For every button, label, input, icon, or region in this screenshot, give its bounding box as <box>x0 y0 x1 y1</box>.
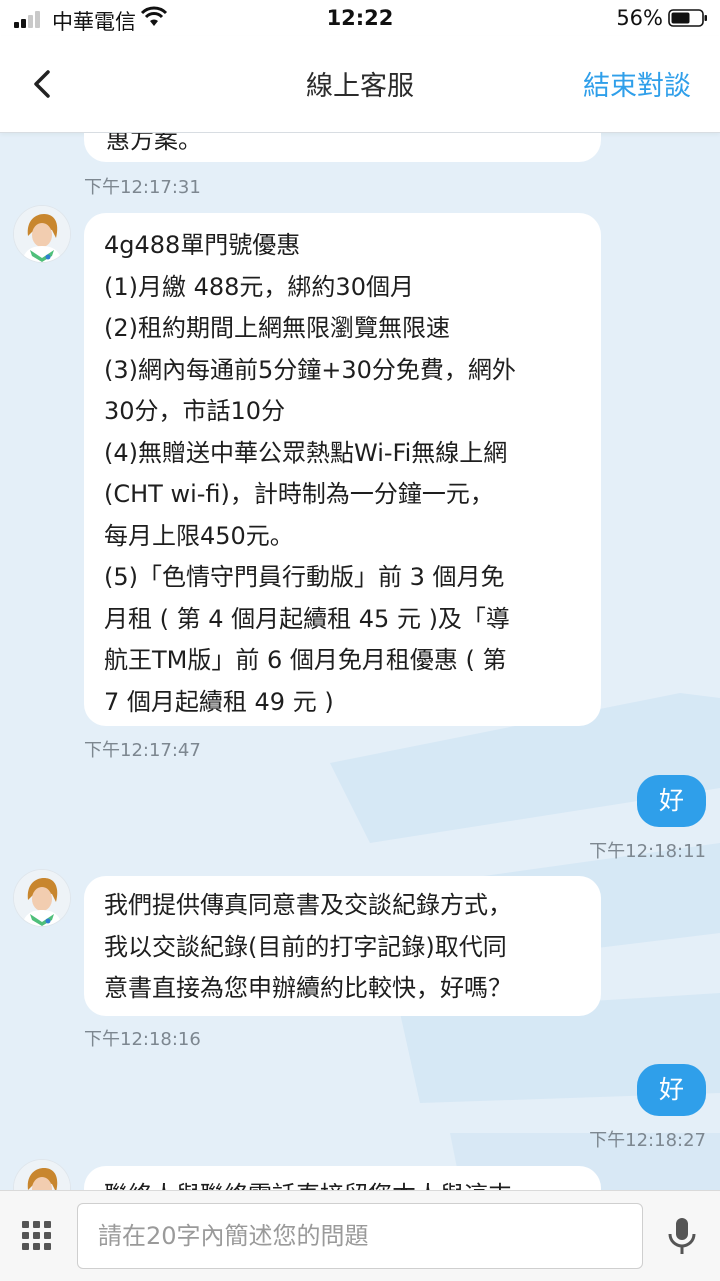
chat-area[interactable]: 惠方案。 下午12:17:31 4g488單門號優惠 (1)月繳 488元，綁約… <box>0 133 720 1190</box>
message-line: 每月上限450元。 <box>104 521 294 550</box>
message-line: (5)「色情守門員行動版」前 3 個月免 <box>104 563 505 591</box>
status-time: 12:22 <box>326 6 394 30</box>
message-line: 4g488單門號優惠 <box>104 231 301 259</box>
message-timestamp: 下午12:18:11 <box>589 841 706 862</box>
question-input[interactable] <box>77 1203 643 1269</box>
agent-message-bubble: 我們提供傳真同意書及交談紀錄方式， 我以交談紀錄(目前的打字記錄)取代同 意書直… <box>84 876 601 1016</box>
agent-avatar <box>14 1160 70 1190</box>
user-message-bubble: 好 <box>637 775 706 827</box>
message-timestamp: 下午12:17:47 <box>84 740 201 761</box>
message-line: 聯絡人與聯絡電話直接留您本人與這支 <box>104 1175 583 1190</box>
message-line: (3)網內每通前5分鐘+30分免費，網外 <box>104 355 516 384</box>
message-line: 月租 ( 第 4 個月起續租 45 元 )及「導 <box>104 604 510 633</box>
agent-message-bubble: 4g488單門號優惠 (1)月繳 488元，綁約30個月 (2)租約期間上網無限… <box>84 213 601 726</box>
header-bar: 線上客服 結束對談 <box>0 36 720 133</box>
message-line: 30分，市話10分 <box>104 397 286 425</box>
message-line: 惠方案。 <box>106 133 202 154</box>
message-timestamp: 下午12:18:27 <box>589 1130 706 1151</box>
message-line: (2)租約期間上網無限瀏覽無限速 <box>104 314 450 342</box>
message-line: 航王TM版」前 6 個月免月租優惠 ( 第 <box>104 646 507 674</box>
agent-message-bubble: 惠方案。 <box>84 133 601 162</box>
message-timestamp: 下午12:18:16 <box>84 1029 201 1050</box>
battery-percent: 56% <box>616 6 663 30</box>
agent-avatar <box>14 206 70 262</box>
input-bar <box>0 1190 720 1281</box>
status-bar: 中華電信 12:22 56% <box>0 0 720 36</box>
agent-message-bubble: 聯絡人與聯絡電話直接留您本人與這支 <box>84 1166 601 1190</box>
battery-icon <box>668 9 707 27</box>
user-message-bubble: 好 <box>637 1064 706 1116</box>
grid-menu-icon[interactable] <box>22 1221 52 1251</box>
message-line: 我以交談紀錄(目前的打字記錄)取代同 <box>104 932 507 961</box>
message-timestamp: 下午12:17:31 <box>84 177 201 198</box>
message-line: 意書直接為您申辦續約比較快，好嗎？ <box>104 974 512 1002</box>
message-line: 我們提供傳真同意書及交談紀錄方式， <box>104 891 512 919</box>
message-line: (1)月繳 488元，綁約30個月 <box>104 272 414 301</box>
microphone-icon[interactable] <box>665 1216 699 1258</box>
message-line: (CHT wi-fi)，計時制為一分鐘一元， <box>104 480 494 508</box>
agent-avatar <box>14 870 70 926</box>
message-line: (4)無贈送中華公眾熱點Wi-Fi無線上網 <box>104 438 508 467</box>
message-line: 7 個月起續租 49 元 ) <box>104 687 334 716</box>
end-chat-button[interactable]: 結束對談 <box>583 64 691 103</box>
